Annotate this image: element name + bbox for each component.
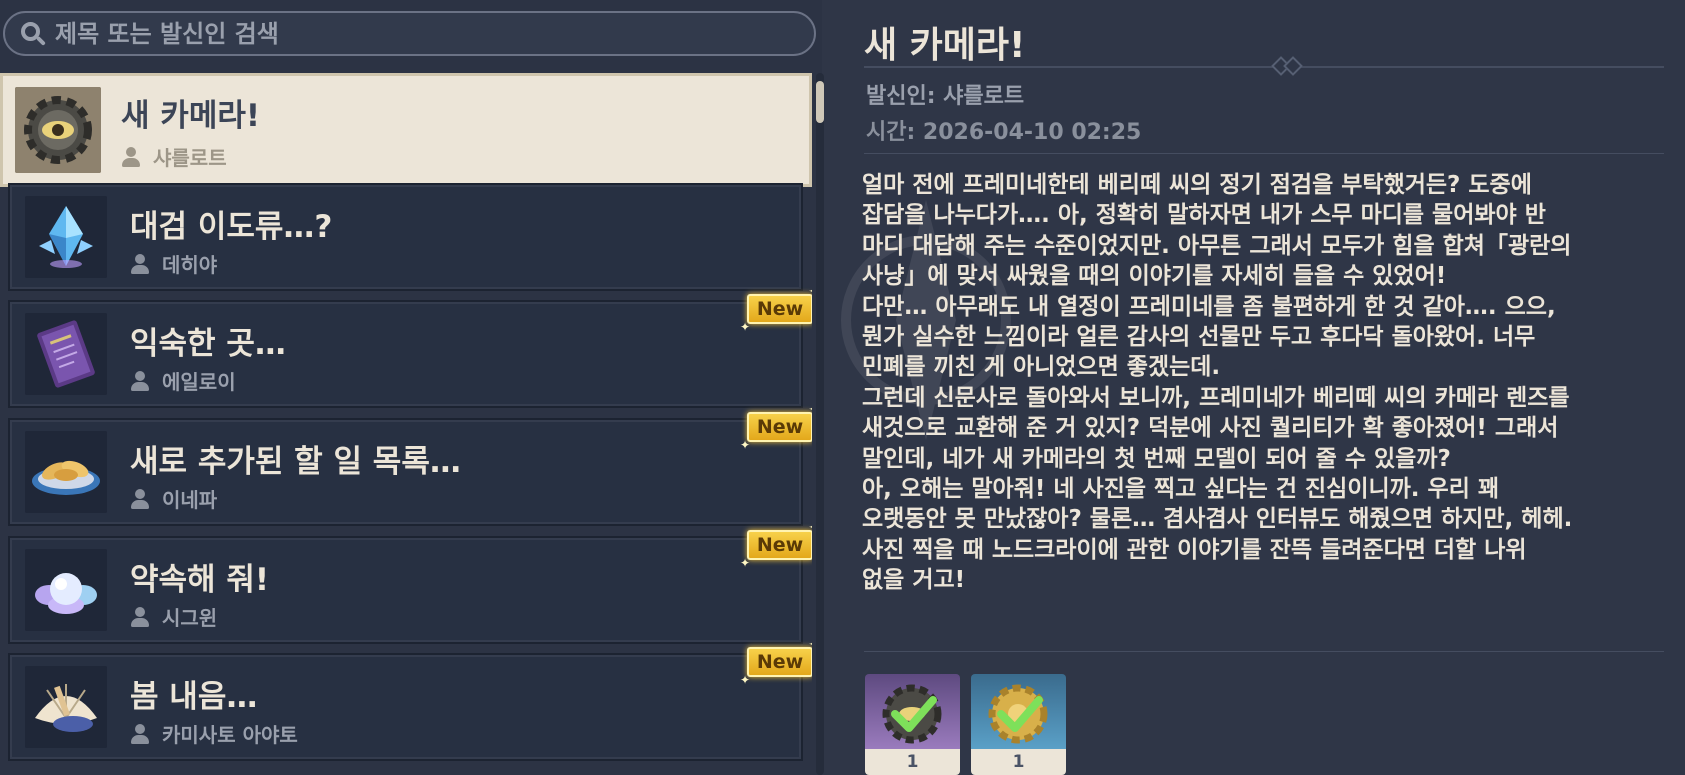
dish-icon bbox=[25, 431, 107, 513]
person-icon bbox=[121, 146, 141, 168]
mail-sender: 샤를로트 bbox=[153, 146, 227, 170]
attachment-item[interactable]: 1 bbox=[971, 674, 1066, 775]
new-badge: New bbox=[740, 402, 812, 452]
purple-book-icon bbox=[25, 313, 107, 395]
meta-divider bbox=[864, 153, 1664, 154]
mail-sender: 카미사토 아야토 bbox=[162, 723, 298, 747]
title-divider bbox=[864, 56, 1664, 76]
sender-row: 이네파 bbox=[130, 484, 217, 513]
mail-item-greatsword[interactable]: 대검 이도류…? 데히야 bbox=[8, 183, 803, 291]
body-divider bbox=[864, 651, 1664, 652]
mail-sender: 데히야 bbox=[162, 253, 218, 277]
sender-row: 데히야 bbox=[130, 249, 217, 278]
mail-item-promise[interactable]: 약속해 줘! 시그윈 New bbox=[8, 520, 812, 644]
search-bar[interactable] bbox=[3, 11, 816, 56]
search-icon bbox=[19, 20, 47, 48]
sender-row: 에일로이 bbox=[130, 366, 236, 395]
attachment-count: 1 bbox=[971, 749, 1066, 775]
new-badge: New bbox=[740, 637, 812, 687]
mail-list: 새 카메라! 샤를로트 대검 이도류…? 데히야 익숙한 곳… 에일로이 ✦ N… bbox=[0, 73, 812, 775]
attachment-item[interactable]: 1 bbox=[865, 674, 960, 775]
pearl-flower-icon bbox=[25, 549, 107, 631]
sender-row: 카미사토 아야토 bbox=[130, 719, 298, 748]
sender-row: 시그윈 bbox=[130, 602, 217, 631]
gear-eye-icon bbox=[15, 87, 101, 173]
person-icon bbox=[130, 488, 150, 510]
mail-title: 새 카메라! bbox=[121, 98, 261, 134]
mail-title: 약속해 줘! bbox=[130, 562, 270, 598]
attachment-count: 1 bbox=[865, 749, 960, 775]
detail-title: 새 카메라! bbox=[864, 25, 1026, 66]
mail-sender: 에일로이 bbox=[162, 370, 236, 394]
mail-detail-panel: 새 카메라! 발신인: 샤를로트 시간: 2026-04-10 02:25 얼마… bbox=[826, 0, 1685, 775]
mail-title: 익숙한 곳… bbox=[130, 326, 286, 362]
mail-title: 새로 추가된 할 일 목록… bbox=[130, 444, 461, 480]
person-icon bbox=[130, 606, 150, 628]
fan-icon bbox=[25, 666, 107, 748]
mail-list-panel: 새 카메라! 샤를로트 대검 이도류…? bbox=[0, 0, 824, 775]
mail-list-scrollbar[interactable] bbox=[816, 73, 824, 775]
person-icon bbox=[130, 370, 150, 392]
search-input[interactable] bbox=[55, 19, 814, 48]
mail-body: 얼마 전에 프레미네한테 베리떼 씨의 정기 점검을 부탁했거든? 도중에 잡담… bbox=[862, 172, 1573, 594]
mail-sender: 시그윈 bbox=[162, 606, 218, 630]
new-badge: New bbox=[740, 284, 812, 334]
gold-gear-claimed-icon bbox=[971, 674, 1066, 749]
sender-row: 샤를로트 bbox=[121, 142, 227, 171]
mail-title: 봄 내음… bbox=[130, 679, 258, 715]
mail-title: 대검 이도류…? bbox=[130, 209, 333, 245]
mail-sender: 이네파 bbox=[162, 488, 218, 512]
mail-item-spring-scent[interactable]: 봄 내음… 카미사토 아야토 New bbox=[8, 637, 812, 761]
person-icon bbox=[130, 253, 150, 275]
mail-item-familiar-place[interactable]: 익숙한 곳… 에일로이 New bbox=[8, 284, 812, 408]
detail-sender: 발신인: 샤를로트 bbox=[866, 84, 1025, 109]
person-icon bbox=[130, 723, 150, 745]
mail-item-todo-list[interactable]: 새로 추가된 할 일 목록… 이네파 New bbox=[8, 402, 812, 526]
gear-eye-claimed-icon bbox=[865, 674, 960, 749]
mail-item-new-camera[interactable]: 새 카메라! 샤를로트 bbox=[0, 73, 812, 187]
crystal-icon bbox=[25, 196, 107, 278]
new-badge: New bbox=[740, 520, 812, 570]
scroll-thumb[interactable] bbox=[816, 81, 824, 123]
detail-time: 시간: 2026-04-10 02:25 bbox=[866, 120, 1142, 145]
